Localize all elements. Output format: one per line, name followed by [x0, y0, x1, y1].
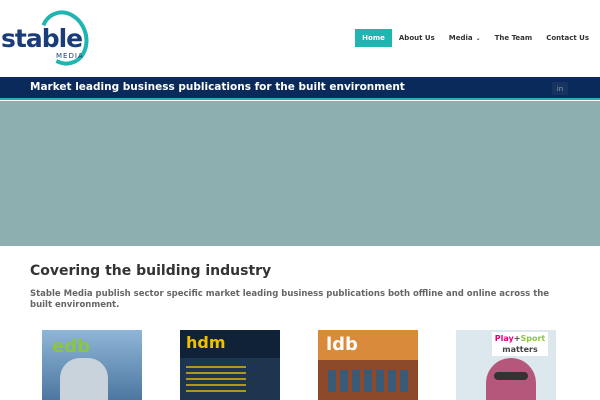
nav-about-us[interactable]: About Us	[392, 29, 442, 47]
cover-contents	[186, 366, 246, 392]
nav-home[interactable]: Home	[355, 29, 392, 47]
logo-subtitle: MEDIA	[56, 52, 84, 60]
main-nav: Home About Us Media ⌄ The Team Contact U…	[355, 29, 596, 47]
linkedin-icon[interactable]: in	[552, 82, 568, 95]
cover-windows	[328, 370, 408, 392]
logo-play: Play	[494, 334, 514, 343]
logo-sport: Sport	[520, 334, 546, 343]
nav-media[interactable]: Media ⌄	[442, 29, 488, 47]
site-header: stable MEDIA Home About Us Media ⌄ The T…	[0, 0, 600, 77]
magazine-cover-ldb[interactable]: ldb	[318, 330, 418, 400]
tagline-text: Market leading business publications for…	[30, 81, 405, 93]
magazine-cover-play-sport-matters[interactable]: Play+Sport matters	[456, 330, 556, 400]
play-sport-matters-logo: Play+Sport matters	[492, 332, 548, 356]
chevron-down-icon: ⌄	[475, 34, 481, 42]
magazine-cover-edb[interactable]: edb	[42, 330, 142, 400]
hero-banner	[0, 101, 600, 246]
tagline-bar: Market leading business publications for…	[0, 77, 600, 100]
section-heading: Covering the building industry	[30, 263, 272, 279]
hdm-logo: hdm	[186, 333, 226, 352]
cover-building	[60, 358, 108, 400]
section-description: Stable Media publish sector specific mar…	[30, 289, 550, 310]
nav-contact-us[interactable]: Contact Us	[539, 29, 596, 47]
cover-goggles	[494, 372, 528, 380]
edb-logo: edb	[52, 336, 90, 357]
nav-media-label: Media	[448, 34, 473, 42]
logo-wordmark: stable	[1, 24, 83, 53]
stable-media-logo[interactable]: stable MEDIA	[0, 3, 97, 73]
logo-matters: matters	[502, 345, 538, 354]
nav-the-team[interactable]: The Team	[488, 29, 540, 47]
magazine-cover-hdm[interactable]: hdm	[180, 330, 280, 400]
ldb-logo: ldb	[326, 334, 358, 355]
